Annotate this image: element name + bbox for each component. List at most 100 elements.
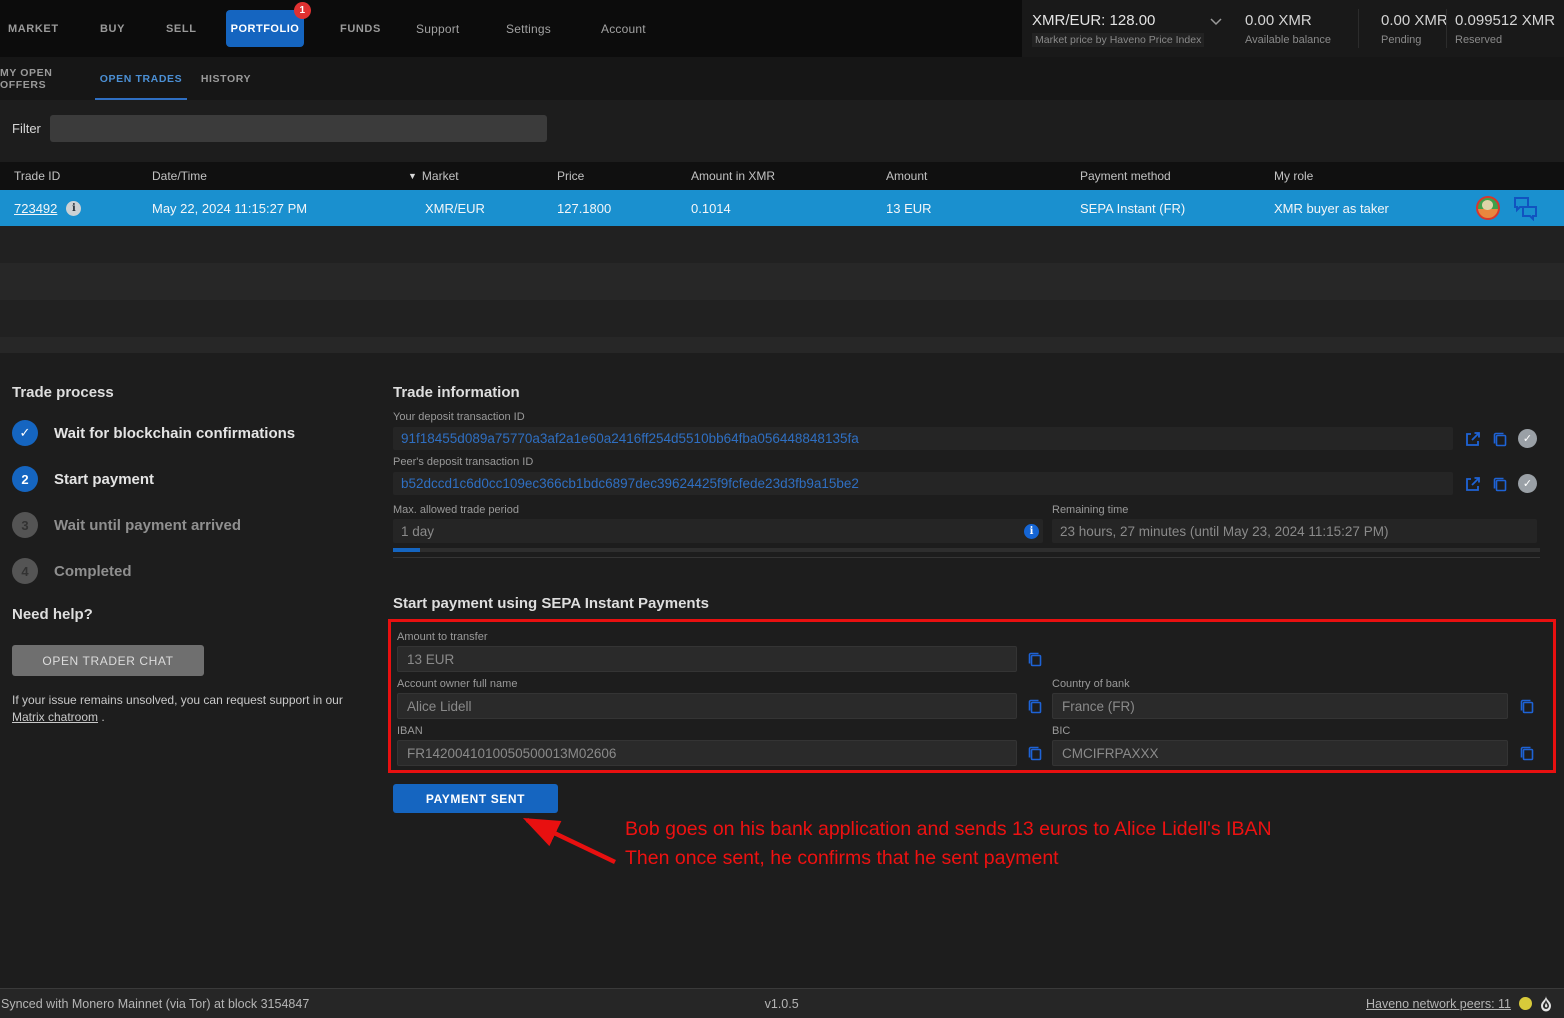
nav-funds[interactable]: FUNDS: [340, 0, 381, 57]
copy-country-icon[interactable]: [1518, 697, 1536, 715]
country-of-bank-field: France (FR): [1052, 693, 1508, 719]
matrix-chatroom-link[interactable]: Matrix chatroom: [12, 710, 98, 724]
market-cell: XMR/EUR: [408, 201, 557, 216]
balance-reserved-value: 0.099512 XMR: [1455, 12, 1555, 29]
country-of-bank-label: Country of bank: [1052, 678, 1130, 690]
price-cell: 127.1800: [557, 201, 691, 216]
step-3-label: Wait until payment arrived: [54, 517, 241, 534]
sort-desc-icon: ▼: [408, 171, 417, 181]
market-price-selector[interactable]: XMR/EUR: 128.00 Market price by Haveno P…: [1022, 0, 1232, 57]
empty-table-row: [0, 263, 1564, 300]
market-price-widget: XMR/EUR: 128.00 Market price by Haveno P…: [1022, 0, 1564, 57]
connection-status-icon: [1519, 997, 1532, 1010]
col-trade-id[interactable]: Trade ID: [14, 169, 152, 183]
step-start-payment: 2 Start payment: [12, 466, 154, 492]
iban-field: FR1420041010050500013M02606: [397, 740, 1017, 766]
copy-bic-icon[interactable]: [1518, 744, 1536, 762]
max-trade-period-label: Max. allowed trade period: [393, 504, 519, 516]
account-owner-label: Account owner full name: [397, 678, 517, 690]
support-help-text: If your issue remains unsolved, you can …: [12, 692, 352, 726]
support-help-line1: If your issue remains unsolved, you can …: [12, 692, 352, 709]
app-version: v1.0.5: [765, 989, 799, 1018]
copy-icon[interactable]: [1491, 475, 1509, 493]
remaining-time-label: Remaining time: [1052, 504, 1128, 516]
col-amount-in-xmr[interactable]: Amount in XMR: [691, 169, 886, 183]
nav-portfolio-label: PORTFOLIO: [231, 23, 300, 35]
amount-cell: 13 EUR: [886, 201, 1080, 216]
empty-table-row: [0, 337, 1564, 353]
external-link-icon[interactable]: [1464, 430, 1482, 448]
step-wait-payment-arrived: 3 Wait until payment arrived: [12, 512, 241, 538]
bic-field: CMCIFRPAXXX: [1052, 740, 1508, 766]
trade-information-title: Trade information: [393, 384, 520, 401]
info-icon[interactable]: i: [66, 201, 81, 216]
trader-chat-icon[interactable]: [1512, 195, 1539, 221]
peer-avatar[interactable]: [1476, 196, 1500, 220]
col-date-time[interactable]: Date/Time: [152, 169, 408, 183]
col-price[interactable]: Price: [557, 169, 691, 183]
table-row[interactable]: 723492 i May 22, 2024 11:15:27 PM XMR/EU…: [0, 190, 1564, 226]
step-1-check-icon: ✓: [12, 420, 38, 446]
nav-sell[interactable]: SELL: [166, 0, 197, 57]
max-trade-period-field: 1 day: [393, 519, 1043, 543]
copy-iban-icon[interactable]: [1026, 744, 1044, 762]
col-market[interactable]: ▼ Market: [408, 169, 557, 183]
step-3-number: 3: [12, 512, 38, 538]
balance-pending-label: Pending: [1381, 34, 1421, 46]
trade-id-link[interactable]: 723492: [14, 201, 57, 216]
col-payment-method[interactable]: Payment method: [1080, 169, 1274, 183]
annotation-arrow: [505, 810, 630, 868]
portfolio-notification-badge: 1: [294, 2, 311, 19]
annotation-line-1: Bob goes on his bank application and sen…: [625, 815, 1272, 844]
payment-sent-button[interactable]: PAYMENT SENT: [393, 784, 558, 813]
your-txid-label: Your deposit transaction ID: [393, 411, 525, 423]
step-2-label: Start payment: [54, 471, 154, 488]
nav-account[interactable]: Account: [601, 0, 646, 57]
step-4-label: Completed: [54, 563, 132, 580]
account-owner-field: Alice Lidell: [397, 693, 1017, 719]
empty-table-row: [0, 226, 1564, 263]
tor-onion-icon: [1540, 996, 1552, 1012]
copy-icon[interactable]: [1491, 430, 1509, 448]
amount-to-transfer-label: Amount to transfer: [397, 631, 488, 643]
tab-open-trades[interactable]: OPEN TRADES: [92, 57, 190, 100]
copy-owner-icon[interactable]: [1026, 697, 1044, 715]
col-my-role[interactable]: My role: [1274, 169, 1564, 183]
need-help-title: Need help?: [12, 606, 93, 623]
amount-to-transfer-field: 13 EUR: [397, 646, 1017, 672]
divider: [393, 557, 1540, 558]
copy-amount-icon[interactable]: [1026, 650, 1044, 668]
your-txid-actions: [1464, 429, 1537, 448]
filter-label: Filter: [12, 115, 41, 142]
nav-buy[interactable]: BUY: [100, 0, 125, 57]
balance-reserved-label: Reserved: [1455, 34, 1502, 46]
tab-history[interactable]: HISTORY: [190, 57, 262, 100]
col-amount[interactable]: Amount: [886, 169, 1080, 183]
nav-portfolio[interactable]: PORTFOLIO 1: [226, 10, 304, 47]
support-help-suffix: .: [98, 710, 105, 724]
amount-xmr-cell: 0.1014: [691, 201, 886, 216]
verified-check-icon: [1518, 429, 1537, 448]
network-peers-link[interactable]: Haveno network peers: 11: [1366, 997, 1511, 1011]
trade-process-title: Trade process: [12, 384, 114, 401]
peer-txid-actions: [1464, 474, 1537, 493]
step-wait-confirmations: ✓ Wait for blockchain confirmations: [12, 420, 295, 446]
filter-input[interactable]: [50, 115, 547, 142]
trade-period-progress-bar: [393, 548, 1540, 552]
iban-label: IBAN: [397, 725, 423, 737]
nav-support[interactable]: Support: [416, 0, 459, 57]
nav-market[interactable]: MARKET: [8, 0, 59, 57]
sync-status: Synced with Monero Mainnet (via Tor) at …: [1, 989, 309, 1018]
external-link-icon[interactable]: [1464, 475, 1482, 493]
divider: [1358, 9, 1359, 48]
trade-period-info-icon[interactable]: i: [1024, 524, 1039, 539]
network-status: Haveno network peers: 11: [1366, 989, 1552, 1018]
nav-settings[interactable]: Settings: [506, 0, 551, 57]
tab-my-open-offers[interactable]: MY OPEN OFFERS: [0, 57, 92, 100]
annotation-line-2: Then once sent, he confirms that he sent…: [625, 844, 1059, 873]
portfolio-subtabs: MY OPEN OFFERS OPEN TRADES HISTORY: [0, 57, 1564, 100]
chevron-down-icon: [1210, 18, 1222, 26]
peer-txid-label: Peer's deposit transaction ID: [393, 456, 533, 468]
open-trader-chat-button[interactable]: OPEN TRADER CHAT: [12, 645, 204, 676]
divider: [1446, 9, 1447, 48]
